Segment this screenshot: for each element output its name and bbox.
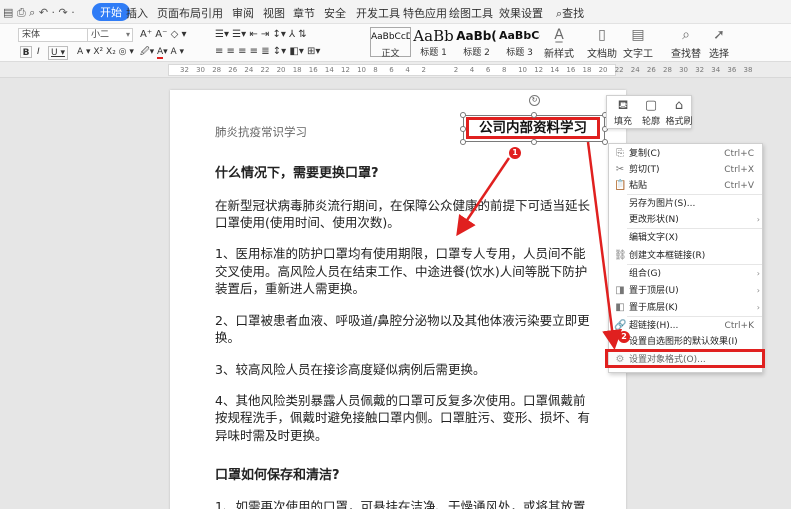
arrow-to-menu-item (586, 141, 623, 350)
step-badge-1: 1 (509, 147, 521, 159)
arrow-to-document (456, 157, 511, 237)
annotation-arrows (456, 141, 623, 350)
app-window: ▤ ⎙ ⌕ ↶ · ↷ · 开始 插入 页面布局 引用 审阅 视图 章节 安全 开发工具 特色应用… (0, 0, 791, 509)
step-badge-2: 2 (618, 331, 630, 343)
